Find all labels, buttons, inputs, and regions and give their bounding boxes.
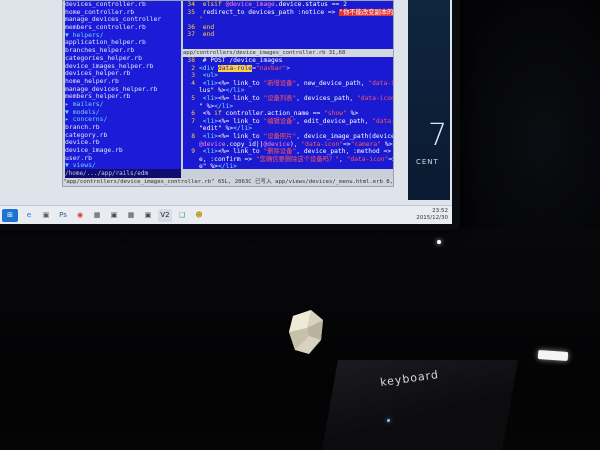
code-line[interactable]: 36 end [183,24,393,32]
code-text: <div data-role="navbar"> [199,64,291,72]
code-line[interactable]: 5 <li><%= link_to "设备列表", devices_path, … [183,95,393,103]
line-number: 8 [191,132,195,140]
line-number: 7 [191,117,195,125]
start-button[interactable]: ⊞ [2,209,18,222]
code-line[interactable]: 6 <% if controller.action_name == "show"… [183,110,393,118]
monitor-screen: devices_controller.rb home_controller.rb… [0,0,452,224]
vim-command-line: "app/controllers/device_images_controlle… [63,178,393,186]
second-monitor-start-screen: 7 CENT [408,0,450,200]
controller-code[interactable]: 34 elsif @device_image.device.status == … [183,1,393,49]
code-text: lus" %></li> [199,87,245,95]
code-line[interactable]: 3 <ul> [183,72,393,80]
line-number: 35 [187,8,195,16]
line-number: 9 [191,148,195,156]
code-line[interactable]: 34 elsif @device_image.device.status == … [183,1,393,9]
photo-scene: devices_controller.rb home_controller.rb… [0,0,600,450]
taskbar-app-icon[interactable]: ▦ [124,209,138,222]
code-line[interactable]: 35 redirect_to devices_path :notice => "… [183,8,393,17]
code-text: <li><%= link_to "新增设备", new_device_path,… [202,79,393,87]
code-text: " %></li> [199,102,234,110]
code-text: " [199,16,203,24]
code-text: <li><%= link_to "设备照片", device_image_pat… [202,132,393,140]
code-line[interactable]: " %></li> [183,103,393,111]
vim-editor-window[interactable]: devices_controller.rb home_controller.rb… [62,0,394,187]
code-text: e, :confirm => "您确信要删除这个设备吗？", "data-ico… [199,155,393,163]
file-tree-pane[interactable]: devices_controller.rb home_controller.rb… [65,1,181,169]
taskbar-app-icon[interactable]: ▣ [141,209,155,222]
split-status-line: app/controllers/device_images_controller… [183,49,393,57]
system-tray: 23:52 2015/12/30 [393,208,448,223]
taskbar-app-icon[interactable]: Ps [56,209,70,222]
taskbar-app-icon[interactable]: e [22,209,36,222]
code-line[interactable]: 4 <li><%= link_to "新增设备", new_device_pat… [183,80,393,88]
code-text: <li><%= link_to "编辑设备", edit_device_path… [202,117,393,125]
code-text: <ul> [202,72,218,80]
code-line[interactable]: "edit" %></li> [183,125,393,133]
taskbar-app-icon[interactable]: ☻ [192,209,206,222]
line-number: 37 [187,31,195,39]
line-number: 3 [191,72,195,80]
keyboard-led [387,419,390,422]
line-number: 36 [187,23,195,31]
code-text: end [202,31,215,39]
code-line[interactable]: e" %></li> [183,163,393,169]
windows-taskbar: ⊞ 23:52 2015/12/30 e ▣ Ps ◉ ▦ ▣ ▦ ▣ V2 ❑ ☻ [0,205,452,224]
code-text: redirect_to devices_path :notice => "你不能… [199,8,393,16]
code-line[interactable]: @device.copy_id||@device), "data-icon"=>… [183,141,393,149]
code-line[interactable]: " [183,16,393,24]
line-number: 6 [191,110,195,118]
code-text: @device.copy_id||@device), "data-icon"=>… [199,140,393,148]
line-number: 38 [187,57,195,64]
code-line[interactable]: 9 <li><%= link_to "删除设备", device_path, :… [183,148,393,156]
taskbar-app-icon[interactable]: ▣ [107,209,121,222]
code-line[interactable]: lus" %></li> [183,87,393,95]
start-tile-number: 7 [428,118,448,153]
taskbar-app-icon[interactable]: V2 [158,209,172,222]
code-line[interactable]: 37 end [183,31,393,39]
power-led [437,240,441,244]
line-number: 4 [191,79,195,87]
code-text: end [202,23,215,31]
code-line[interactable]: e, :confirm => "您确信要删除这个设备吗？", "data-ico… [183,156,393,164]
start-tile-caption: CENT [416,158,439,166]
clock-time[interactable]: 23:52 [393,208,448,215]
code-line[interactable]: 7 <li><%= link_to "编辑设备", edit_device_pa… [183,118,393,126]
taskbar-app-icon[interactable]: ▦ [90,209,104,222]
line-number: 2 [191,64,195,72]
line-number: 5 [191,94,195,102]
line-number: 34 [187,1,195,8]
code-text: <% if controller.action_name == "show" %… [199,110,359,118]
code-line[interactable] [183,39,393,47]
taskbar-app-icon[interactable]: ◉ [73,209,87,222]
code-pane[interactable]: 34 elsif @device_image.device.status == … [183,1,393,169]
file-tree-status: /home/.../app/rails/edm [65,169,181,178]
code-text: e" %></li> [199,163,237,169]
dark-wall [455,0,600,230]
crumpled-paper [289,310,323,354]
code-text: <li><%= link_to "设备列表", devices_path, "d… [202,94,393,102]
code-line[interactable]: 8 <li><%= link_to "设备照片", device_image_p… [183,133,393,141]
taskbar-app-icon[interactable]: ❑ [175,209,189,222]
code-text: <li><%= link_to "删除设备", device_path, :me… [202,148,393,156]
code-line[interactable]: 2 <div data-role="navbar"> [183,64,393,73]
code-text: elsif @device_image.device.status == 2 [202,1,347,8]
code-text: "edit" %></li> [199,125,253,133]
clock-date[interactable]: 2015/12/30 [393,215,448,222]
code-text: # POST /device_images [199,57,283,64]
code-line[interactable]: 38 # POST /device_images [183,57,393,65]
menu-view-code[interactable]: 38 # POST /device_images 2 <div data-role=… [183,57,393,169]
taskbar-app-icon[interactable]: ▣ [39,209,53,222]
